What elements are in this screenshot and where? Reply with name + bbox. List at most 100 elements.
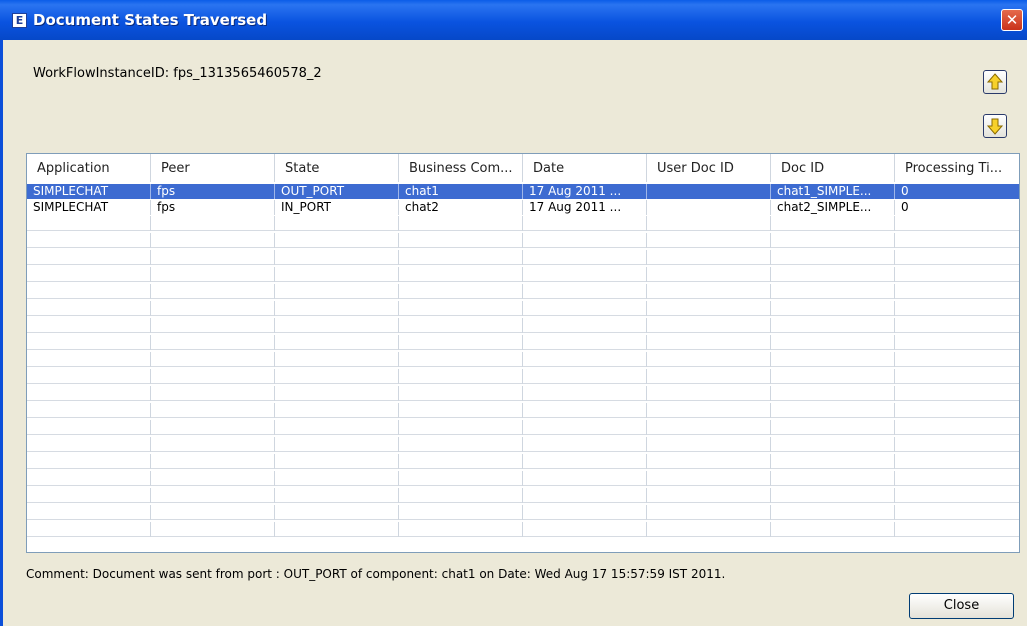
- empty-row: [27, 522, 1019, 537]
- empty-cell: [27, 437, 151, 452]
- empty-cell: [151, 267, 275, 282]
- empty-cell: [895, 284, 1019, 299]
- empty-cell: [151, 403, 275, 418]
- empty-cell: [771, 318, 895, 333]
- empty-cell: [275, 522, 399, 537]
- empty-cell: [275, 505, 399, 520]
- empty-cell: [771, 505, 895, 520]
- empty-cell: [399, 471, 523, 486]
- empty-cell: [399, 216, 523, 231]
- empty-cell: [399, 352, 523, 367]
- column-header-processing-time[interactable]: Processing Ti...: [895, 154, 1019, 182]
- document-states-dialog: E Document States Traversed ✕ WorkFlowIn…: [0, 0, 1027, 626]
- empty-cell: [647, 335, 771, 350]
- cell-doc-id: chat1_SIMPLE...: [771, 184, 895, 199]
- empty-cell: [275, 284, 399, 299]
- empty-cell: [399, 505, 523, 520]
- empty-cell: [399, 386, 523, 401]
- empty-cell: [523, 301, 647, 316]
- empty-cell: [399, 284, 523, 299]
- window-border: [0, 40, 3, 626]
- empty-cell: [27, 301, 151, 316]
- empty-cell: [523, 216, 647, 231]
- empty-cell: [771, 522, 895, 537]
- empty-cell: [151, 301, 275, 316]
- empty-row: [27, 267, 1019, 282]
- empty-cell: [647, 437, 771, 452]
- empty-cell: [523, 505, 647, 520]
- table-header: Application Peer State Business Com... D…: [27, 154, 1019, 182]
- cell-doc-id: chat2_SIMPLE...: [771, 200, 895, 215]
- empty-cell: [151, 505, 275, 520]
- empty-cell: [399, 420, 523, 435]
- empty-row: [27, 335, 1019, 350]
- empty-cell: [275, 369, 399, 384]
- down-arrow-icon: [986, 118, 1004, 135]
- empty-cell: [771, 233, 895, 248]
- empty-cell: [399, 318, 523, 333]
- window-close-button[interactable]: ✕: [1001, 9, 1023, 31]
- empty-cell: [771, 454, 895, 469]
- empty-cell: [275, 301, 399, 316]
- column-header-business-component[interactable]: Business Com...: [399, 154, 523, 182]
- column-header-date[interactable]: Date: [523, 154, 647, 182]
- empty-row: [27, 233, 1019, 248]
- empty-cell: [151, 318, 275, 333]
- empty-cell: [27, 505, 151, 520]
- empty-cell: [151, 233, 275, 248]
- empty-cell: [275, 386, 399, 401]
- up-arrow-icon: [986, 73, 1004, 90]
- table-row[interactable]: SIMPLECHAT fps IN_PORT chat2 17 Aug 2011…: [27, 200, 1019, 215]
- empty-cell: [27, 250, 151, 265]
- empty-cell: [27, 403, 151, 418]
- empty-cell: [523, 403, 647, 418]
- cell-peer: fps: [151, 184, 275, 199]
- empty-cell: [27, 488, 151, 503]
- title-bar[interactable]: E Document States Traversed ✕: [0, 0, 1027, 40]
- column-header-state[interactable]: State: [275, 154, 399, 182]
- empty-cell: [895, 505, 1019, 520]
- cell-date: 17 Aug 2011 ...: [523, 200, 647, 215]
- empty-cell: [523, 471, 647, 486]
- empty-cell: [523, 437, 647, 452]
- empty-cell: [647, 386, 771, 401]
- move-down-button[interactable]: [983, 114, 1007, 138]
- empty-cell: [399, 403, 523, 418]
- document-states-table[interactable]: Application Peer State Business Com... D…: [26, 153, 1020, 553]
- empty-cell: [523, 335, 647, 350]
- empty-row: [27, 352, 1019, 367]
- empty-cell: [523, 420, 647, 435]
- empty-cell: [399, 437, 523, 452]
- empty-cell: [771, 216, 895, 231]
- empty-cell: [771, 403, 895, 418]
- empty-cell: [275, 420, 399, 435]
- cell-application: SIMPLECHAT: [27, 184, 151, 199]
- column-header-user-doc-id[interactable]: User Doc ID: [647, 154, 771, 182]
- move-up-button[interactable]: [983, 70, 1007, 94]
- empty-row: [27, 505, 1019, 520]
- empty-cell: [27, 522, 151, 537]
- empty-cell: [771, 488, 895, 503]
- empty-cell: [27, 233, 151, 248]
- empty-cell: [399, 250, 523, 265]
- empty-cell: [647, 522, 771, 537]
- empty-cell: [523, 318, 647, 333]
- empty-cell: [895, 437, 1019, 452]
- table-row[interactable]: SIMPLECHAT fps OUT_PORT chat1 17 Aug 201…: [27, 184, 1019, 199]
- empty-cell: [523, 352, 647, 367]
- empty-cell: [399, 522, 523, 537]
- empty-cell: [647, 250, 771, 265]
- cell-date: 17 Aug 2011 ...: [523, 184, 647, 199]
- close-button[interactable]: Close: [909, 593, 1014, 619]
- column-header-peer[interactable]: Peer: [151, 154, 275, 182]
- empty-cell: [771, 369, 895, 384]
- column-header-application[interactable]: Application: [27, 154, 151, 182]
- empty-cell: [523, 233, 647, 248]
- window-title: Document States Traversed: [33, 11, 268, 29]
- cell-application: SIMPLECHAT: [27, 200, 151, 215]
- empty-cell: [895, 250, 1019, 265]
- empty-cell: [275, 216, 399, 231]
- column-header-doc-id[interactable]: Doc ID: [771, 154, 895, 182]
- empty-cell: [399, 267, 523, 282]
- empty-cell: [151, 386, 275, 401]
